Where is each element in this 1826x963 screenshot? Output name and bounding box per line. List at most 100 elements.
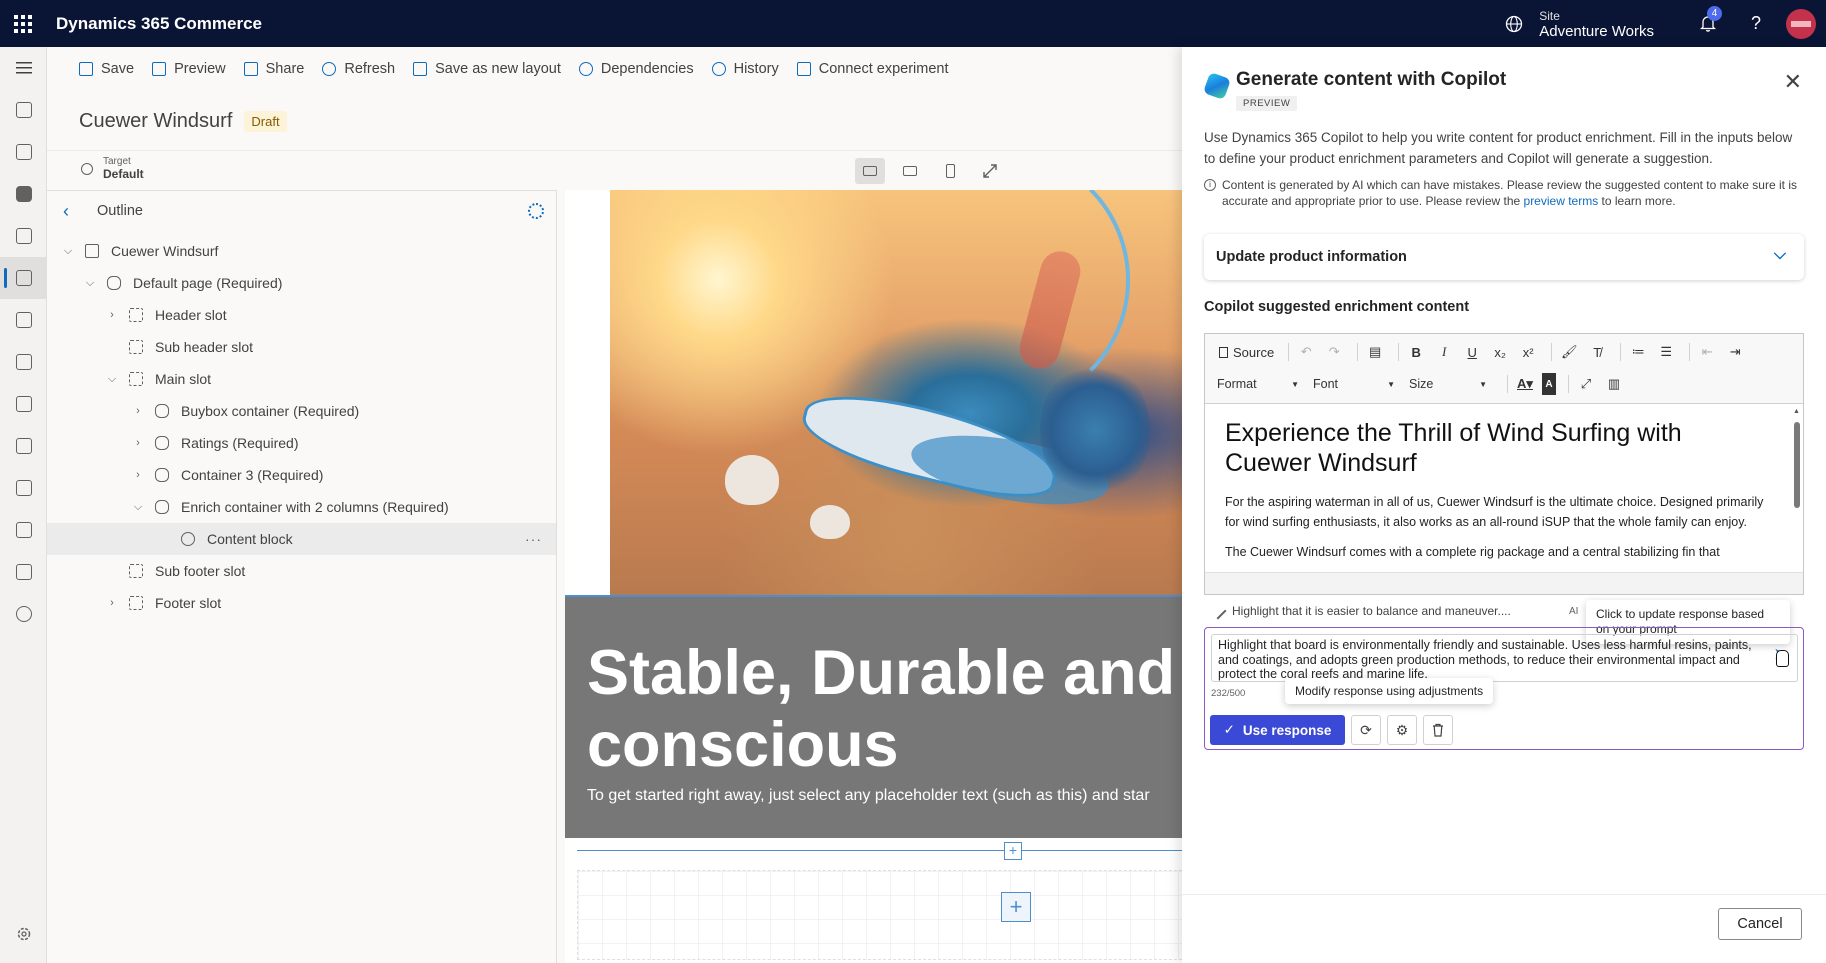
tree-item-default-page[interactable]: ⌵ Default page (Required) <box>47 267 556 299</box>
nav-launch[interactable] <box>0 131 47 173</box>
hero-text-block[interactable]: Stable, Durable and conscious To get sta… <box>565 595 1182 838</box>
tree-item-container-3[interactable]: › Container 3 (Required) <box>47 459 556 491</box>
subscript-icon[interactable]: x₂ <box>1489 341 1511 363</box>
app-title[interactable]: Dynamics 365 Commerce <box>56 14 262 34</box>
redo-icon[interactable]: ↷ <box>1323 341 1345 363</box>
hero-image[interactable] <box>610 190 1182 595</box>
chevron-right-icon[interactable]: › <box>105 309 119 321</box>
chevron-down-icon[interactable]: ⌵ <box>83 277 97 290</box>
chevron-down-icon[interactable]: ⌵ <box>61 245 75 258</box>
paste-icon[interactable]: ▤ <box>1364 341 1386 363</box>
font-select[interactable]: Font ▼ <box>1313 373 1395 395</box>
nav-reports[interactable] <box>0 425 47 467</box>
increase-indent-icon[interactable]: ⇥ <box>1724 341 1746 363</box>
chevron-right-icon[interactable]: › <box>131 437 145 449</box>
update-product-information-accordion[interactable]: Update product information ⌵ <box>1204 234 1804 280</box>
save-button[interactable]: Save <box>79 61 134 77</box>
tree-item-footer-slot[interactable]: › Footer slot <box>47 587 556 619</box>
bold-icon[interactable]: B <box>1405 341 1427 363</box>
tree-item-sub-header-slot[interactable]: Sub header slot <box>47 331 556 363</box>
chevron-right-icon[interactable]: › <box>131 469 145 481</box>
desktop-view-button[interactable] <box>855 158 885 184</box>
delete-button[interactable] <box>1423 715 1453 745</box>
back-arrow-icon[interactable]: ‹ <box>63 201 83 222</box>
italic-icon[interactable]: I <box>1433 341 1455 363</box>
more-options-icon[interactable]: ··· <box>525 531 542 547</box>
globe-icon[interactable] <box>1499 0 1529 47</box>
editor-scrollbar[interactable]: ▲ ▼ <box>1793 408 1801 584</box>
help-button[interactable]: ? <box>1732 0 1780 47</box>
gear-icon[interactable] <box>528 203 544 219</box>
close-icon[interactable]: ✕ <box>1784 69 1802 95</box>
nav-documents[interactable] <box>0 215 47 257</box>
editor-content[interactable]: Experience the Thrill of Wind Surfing wi… <box>1205 404 1803 594</box>
tree-item-header-slot[interactable]: › Header slot <box>47 299 556 331</box>
chevron-down-icon[interactable]: ⌵ <box>131 501 145 514</box>
add-module-button[interactable]: + <box>1001 892 1031 922</box>
chevron-right-icon[interactable]: › <box>105 597 119 609</box>
scroll-thumb[interactable] <box>1794 422 1800 508</box>
nav-links[interactable] <box>0 383 47 425</box>
nav-home[interactable] <box>0 89 47 131</box>
share-button[interactable]: Share <box>243 61 304 77</box>
tree-item-buybox-container[interactable]: › Buybox container (Required) <box>47 395 556 427</box>
tree-item-cuewer-windsurf[interactable]: ⌵ Cuewer Windsurf <box>47 235 556 267</box>
cancel-button[interactable]: Cancel <box>1718 908 1802 940</box>
connect-experiment-button[interactable]: Connect experiment <box>796 61 948 77</box>
expand-view-button[interactable] <box>975 158 1005 184</box>
adjustments-button[interactable]: ⚙ <box>1387 715 1417 745</box>
mobile-view-button[interactable] <box>935 158 965 184</box>
nav-fragments[interactable] <box>0 299 47 341</box>
site-selector[interactable]: Site Adventure Works <box>1539 9 1654 39</box>
tree-item-enrich-container[interactable]: ⌵ Enrich container with 2 columns (Requi… <box>47 491 556 523</box>
prompt-input[interactable]: Highlight that board is environmentally … <box>1211 634 1798 682</box>
format-select[interactable]: Format ▼ <box>1217 373 1299 395</box>
source-button[interactable]: Source <box>1217 341 1276 363</box>
add-module-small-button[interactable]: + <box>1004 842 1022 860</box>
text-color-icon[interactable]: A▾ <box>1514 373 1536 395</box>
hero-subtext[interactable]: To get started right away, just select a… <box>587 787 1182 805</box>
numbered-list-icon[interactable]: ≔ <box>1627 341 1649 363</box>
history-button[interactable]: History <box>711 61 779 77</box>
app-launcher-button[interactable] <box>0 0 46 47</box>
remove-format-icon[interactable]: T̸ <box>1586 341 1608 363</box>
show-blocks-icon[interactable]: ▥ <box>1603 373 1625 395</box>
refresh-button[interactable]: Refresh <box>322 61 395 77</box>
dependencies-button[interactable]: Dependencies <box>578 61 694 77</box>
superscript-icon[interactable]: x² <box>1517 341 1539 363</box>
tree-item-sub-footer-slot[interactable]: Sub footer slot <box>47 555 556 587</box>
nav-channels[interactable] <box>0 173 47 215</box>
notifications-button[interactable]: 4 <box>1684 0 1732 47</box>
regenerate-button[interactable]: ⟳ <box>1351 715 1381 745</box>
hamburger-menu-button[interactable] <box>0 47 47 89</box>
tree-item-main-slot[interactable]: ⌵ Main slot <box>47 363 556 395</box>
tablet-view-button[interactable] <box>895 158 925 184</box>
preview-button[interactable]: Preview <box>152 61 226 77</box>
underline-icon[interactable]: U <box>1461 341 1483 363</box>
background-color-icon[interactable]: A <box>1542 373 1556 395</box>
use-response-button[interactable]: ✓ Use response <box>1210 715 1345 745</box>
preview-terms-link[interactable]: preview terms <box>1524 194 1599 208</box>
target-selector[interactable]: Target Default <box>81 156 144 181</box>
tree-item-ratings[interactable]: › Ratings (Required) <box>47 427 556 459</box>
chevron-right-icon[interactable]: › <box>131 405 145 417</box>
hero-heading[interactable]: Stable, Durable and conscious <box>587 637 1182 781</box>
copy-format-icon[interactable]: 🖌 <box>1558 341 1580 363</box>
maximize-icon[interactable]: ⤢ <box>1575 373 1597 395</box>
nav-templates[interactable] <box>0 341 47 383</box>
nav-pages[interactable] <box>0 257 47 299</box>
nav-settings[interactable] <box>0 913 47 955</box>
nav-analytics[interactable] <box>0 551 47 593</box>
nav-experiments[interactable] <box>0 509 47 551</box>
decrease-indent-icon[interactable]: ⇤ <box>1696 341 1718 363</box>
nav-users[interactable] <box>0 593 47 635</box>
chevron-down-icon[interactable]: ⌵ <box>105 373 119 386</box>
avatar[interactable] <box>1786 8 1816 39</box>
nav-media[interactable] <box>0 467 47 509</box>
undo-icon[interactable]: ↶ <box>1295 341 1317 363</box>
bulleted-list-icon[interactable]: ☰ <box>1655 341 1677 363</box>
scroll-up-icon[interactable]: ▲ <box>1793 408 1800 415</box>
prompt-suggestion[interactable]: Highlight that it is easier to balance a… <box>1209 602 1511 620</box>
save-as-new-layout-button[interactable]: Save as new layout <box>413 61 561 77</box>
tree-item-content-block[interactable]: Content block ··· <box>47 523 556 555</box>
